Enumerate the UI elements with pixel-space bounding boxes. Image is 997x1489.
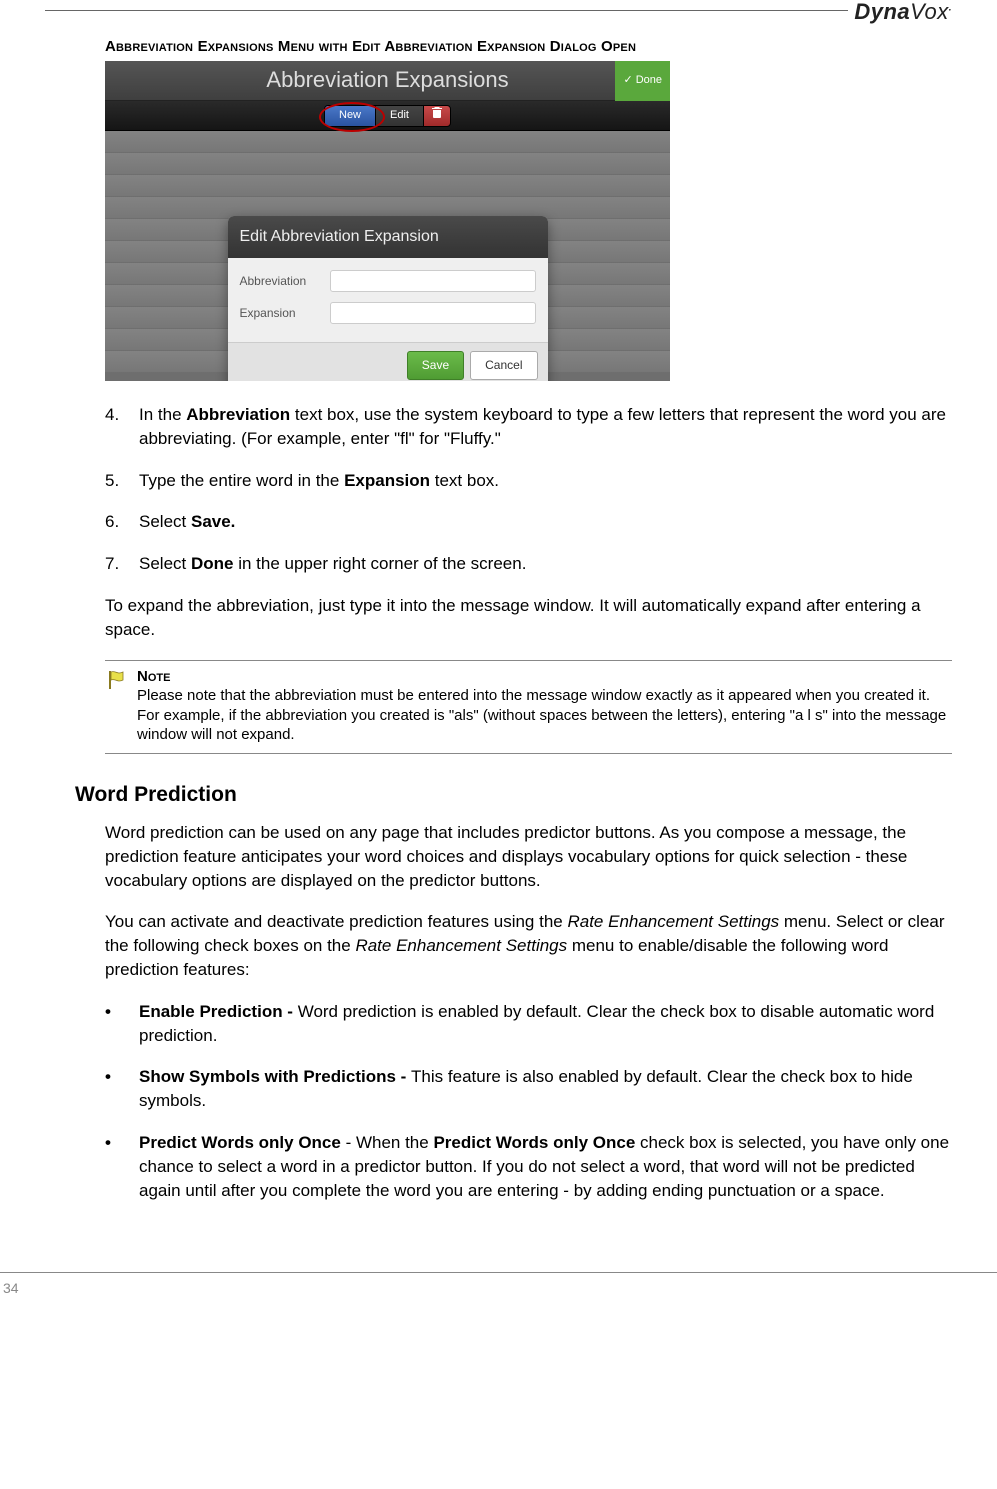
- dialog-title: Edit Abbreviation Expansion: [228, 216, 548, 258]
- abbrev-label: Abbreviation: [240, 273, 330, 290]
- abbrev-input[interactable]: [330, 270, 536, 292]
- save-button[interactable]: Save: [407, 351, 464, 380]
- brand-logo: DynaVox.: [848, 0, 952, 28]
- trash-icon: [432, 107, 442, 123]
- screenshot-title: Abbreviation Expansions: [266, 65, 508, 96]
- step-list: 4. In the Abbreviation text box, use the…: [105, 403, 952, 576]
- header-rule: DynaVox.: [45, 10, 952, 11]
- page-footer: 34: [0, 1272, 997, 1299]
- section-heading-word-prediction: Word Prediction: [75, 780, 952, 809]
- list-row: [105, 175, 670, 197]
- done-button[interactable]: ✓ Done: [615, 61, 670, 101]
- note-box: Note Please note that the abbreviation m…: [105, 660, 952, 754]
- bullet-enable-prediction: • Enable Prediction - Word prediction is…: [105, 1000, 952, 1048]
- wp-paragraph-2: You can activate and deactivate predicti…: [105, 910, 952, 981]
- bullet-show-symbols: • Show Symbols with Predictions - This f…: [105, 1065, 952, 1113]
- step-7: 7. Select Done in the upper right corner…: [105, 552, 952, 576]
- note-text: Please note that the abbreviation must b…: [137, 686, 952, 745]
- expansion-label: Expansion: [240, 305, 330, 322]
- page-number: 34: [3, 1280, 19, 1296]
- expansion-input[interactable]: [330, 302, 536, 324]
- list-row: [105, 131, 670, 153]
- expand-paragraph: To expand the abbreviation, just type it…: [105, 594, 952, 642]
- bullet-list: • Enable Prediction - Word prediction is…: [105, 1000, 952, 1203]
- figure-caption: Abbreviation Expansions Menu with Edit A…: [105, 36, 952, 57]
- bullet-predict-once: • Predict Words only Once - When the Pre…: [105, 1131, 952, 1202]
- screenshot-toolbar: New Edit: [105, 101, 670, 131]
- wp-paragraph-1: Word prediction can be used on any page …: [105, 821, 952, 892]
- note-label: Note: [137, 667, 952, 687]
- edit-abbrev-dialog: Edit Abbreviation Expansion Abbreviation…: [228, 216, 548, 381]
- step-6: 6. Select Save.: [105, 510, 952, 534]
- cancel-button[interactable]: Cancel: [470, 351, 537, 380]
- flag-icon: [105, 669, 127, 691]
- delete-button[interactable]: [423, 105, 451, 127]
- check-icon: ✓: [623, 73, 632, 88]
- list-row: [105, 153, 670, 175]
- new-button[interactable]: New: [324, 105, 376, 127]
- screenshot-abbrev-expansions: Abbreviation Expansions ✓ Done New Edit: [105, 61, 670, 381]
- screenshot-header: Abbreviation Expansions ✓ Done: [105, 61, 670, 101]
- step-4: 4. In the Abbreviation text box, use the…: [105, 403, 952, 451]
- step-5: 5. Type the entire word in the Expansion…: [105, 469, 952, 493]
- edit-button[interactable]: Edit: [375, 105, 424, 127]
